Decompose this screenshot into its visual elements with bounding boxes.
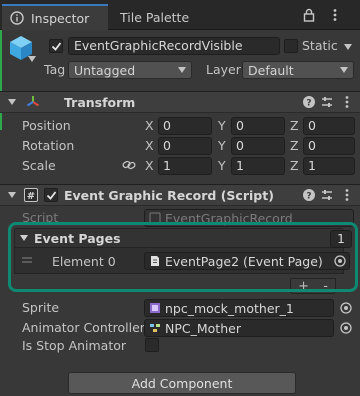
layer-value: Default — [248, 62, 294, 78]
animator-controller-field[interactable]: NPC_Mother — [144, 319, 334, 337]
position-y-field[interactable]: 0 — [231, 117, 285, 135]
more-options-icon[interactable] — [328, 8, 342, 22]
axis-x-label: X — [145, 138, 154, 153]
is-stop-animator-label: Is Stop Animator — [22, 338, 127, 353]
checkmark-icon — [46, 190, 56, 200]
checkmark-icon — [51, 41, 61, 51]
axis-y-label: Y — [218, 118, 226, 133]
help-icon[interactable]: ? — [302, 95, 316, 109]
axis-z-label: Z — [290, 118, 299, 133]
rotation-x-field[interactable]: 0 — [158, 137, 212, 155]
chevron-down-icon[interactable] — [344, 44, 352, 50]
lock-icon[interactable] — [302, 8, 316, 22]
foldout-arrow-icon[interactable] — [8, 98, 16, 106]
rotation-label: Rotation — [22, 138, 75, 153]
is-stop-animator-checkbox[interactable] — [145, 338, 159, 352]
svg-text:?: ? — [306, 99, 311, 109]
sprite-asset-icon — [150, 303, 160, 313]
rotation-z-field[interactable]: 0 — [303, 137, 355, 155]
tab-inspector-label: Inspector — [31, 10, 90, 26]
link-icon[interactable] — [122, 158, 136, 172]
static-checkbox[interactable] — [284, 39, 298, 53]
scale-z-field[interactable]: 1 — [303, 157, 355, 175]
position-x-field[interactable]: 0 — [158, 117, 212, 135]
animator-asset-icon — [150, 324, 160, 332]
add-component-button[interactable]: Add Component — [68, 372, 296, 394]
axis-y-label: Y — [218, 138, 226, 153]
rotation-y-field[interactable]: 0 — [231, 137, 285, 155]
sprite-value: npc_mock_mother_1 — [165, 300, 294, 316]
preset-icon[interactable] — [320, 95, 334, 109]
chevron-down-icon — [340, 67, 348, 73]
axis-z-label: Z — [290, 138, 299, 153]
tag-value: Untagged — [74, 62, 136, 78]
script-enabled-checkbox[interactable] — [44, 188, 58, 202]
more-options-icon[interactable] — [340, 188, 354, 202]
layer-label: Layer — [206, 62, 241, 77]
selection-strip — [0, 30, 2, 130]
axis-x-label: X — [145, 158, 154, 173]
static-label: Static — [302, 38, 338, 53]
tag-label: Tag — [44, 62, 66, 77]
scale-y-field[interactable]: 1 — [231, 157, 285, 175]
sprite-field[interactable]: npc_mock_mother_1 — [144, 299, 334, 317]
axis-z-label: Z — [290, 158, 299, 173]
highlight-box — [8, 222, 358, 292]
object-picker-icon[interactable] — [340, 302, 352, 314]
active-checkbox[interactable] — [49, 39, 63, 53]
position-z-field[interactable]: 0 — [303, 117, 355, 135]
svg-text:#: # — [27, 191, 35, 202]
tab-tile-palette-label: Tile Palette — [120, 9, 190, 25]
scale-x-field[interactable]: 1 — [158, 157, 212, 175]
chevron-down-icon[interactable] — [28, 56, 36, 62]
foldout-arrow-icon[interactable] — [8, 191, 16, 199]
script-component-title: Event Graphic Record (Script) — [64, 188, 274, 203]
add-component-label: Add Component — [131, 375, 233, 391]
sprite-label: Sprite — [22, 300, 60, 315]
tag-dropdown[interactable]: Untagged — [68, 61, 192, 79]
tab-tile-palette[interactable]: Tile Palette — [120, 4, 189, 30]
csharp-script-icon: # — [24, 188, 38, 202]
axis-x-label: X — [145, 118, 154, 133]
transform-title: Transform — [64, 95, 136, 110]
layer-dropdown[interactable]: Default — [242, 61, 354, 79]
axis-y-label: Y — [218, 158, 226, 173]
svg-text:?: ? — [306, 192, 311, 202]
preset-icon[interactable] — [320, 188, 334, 202]
help-icon[interactable]: ? — [302, 188, 316, 202]
scale-label: Scale — [22, 158, 56, 173]
animator-controller-value: NPC_Mother — [165, 320, 241, 336]
chevron-down-icon — [178, 67, 186, 73]
more-options-icon[interactable] — [340, 95, 354, 109]
position-label: Position — [22, 118, 71, 133]
transform-icon — [26, 96, 40, 107]
tab-inspector[interactable]: Inspector — [2, 4, 108, 30]
animator-controller-label: Animator Controller — [22, 320, 145, 335]
object-picker-icon[interactable] — [340, 322, 352, 334]
object-name-field[interactable]: EventGraphicRecordVisible — [68, 37, 280, 55]
info-icon — [10, 11, 24, 25]
